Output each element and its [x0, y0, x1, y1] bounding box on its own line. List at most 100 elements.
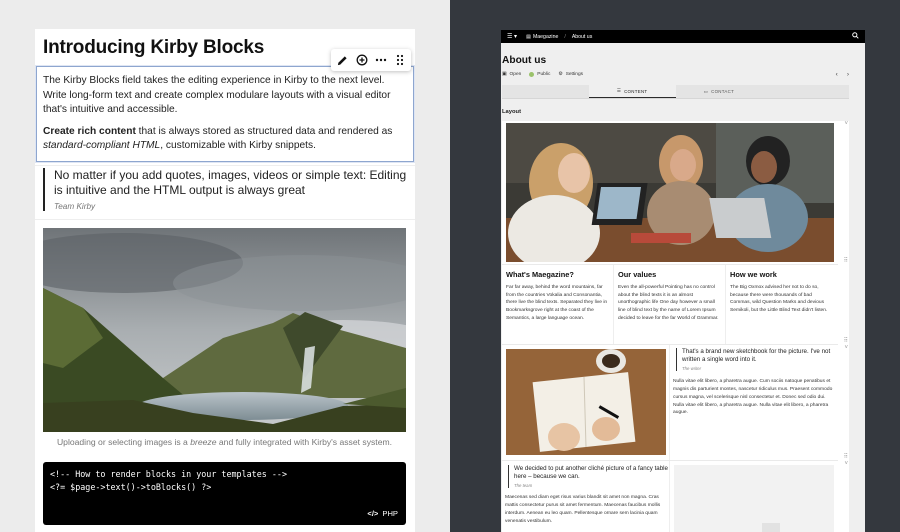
language-selector[interactable]: </> PHP: [367, 508, 398, 521]
site-icon: ▤: [526, 33, 531, 40]
pencil-icon[interactable]: [334, 51, 352, 69]
layout-column[interactable]: Our values Even the all-powerful Pointin…: [614, 265, 726, 344]
page-actions: ▣ Open Public ⚙ Settings: [502, 72, 583, 77]
breadcrumb-separator: /: [564, 33, 566, 40]
column-text[interactable]: Maecenas sed diam eget risus varius blan…: [502, 494, 669, 525]
layout-field-label: Layout: [502, 109, 522, 115]
column-text[interactable]: Far far away, behind the word mountains,…: [502, 284, 613, 323]
tab-contact[interactable]: ▭ CONTACT: [676, 85, 763, 98]
tab-content[interactable]: ☰ CONTENT: [588, 85, 676, 98]
image-block[interactable]: [43, 228, 406, 432]
caption-text: Uploading or selecting images is a: [56, 437, 191, 447]
code-line: <?= $page->text()->toBlocks() ?>: [50, 481, 212, 492]
open-label: Open: [509, 72, 522, 77]
quote-text[interactable]: That's a brand new sketchbook for the pi…: [682, 348, 838, 364]
row-drag-icon[interactable]: ⠿: [844, 257, 848, 264]
code-block[interactable]: <!-- How to render blocks in your templa…: [43, 462, 406, 525]
image-caption[interactable]: Uploading or selecting images is a breez…: [43, 437, 406, 447]
more-icon[interactable]: [372, 51, 390, 69]
layout-column[interactable]: [502, 345, 670, 460]
layout-column[interactable]: We decided to put another cliché picture…: [502, 461, 670, 532]
table-image: [674, 465, 834, 532]
layout-column[interactable]: That's a brand new sketchbook for the pi…: [670, 345, 838, 460]
layout-row[interactable]: We decided to put another cliché picture…: [502, 461, 848, 532]
paragraph[interactable]: The Kirby Blocks field takes the editing…: [43, 74, 407, 118]
tabs: ☰ CONTENT ▭ CONTACT: [502, 85, 849, 99]
contact-icon: ▭: [703, 88, 709, 94]
paragraph[interactable]: Create rich content that is always store…: [43, 125, 407, 154]
pager: ‹ ›: [836, 71, 849, 78]
quote-block[interactable]: We decided to put another cliché picture…: [508, 465, 669, 489]
row-menu-icon[interactable]: ˅: [844, 461, 848, 467]
text-block[interactable]: The Kirby Blocks field takes the editing…: [36, 66, 414, 162]
quote-text[interactable]: No matter if you add quotes, images, vid…: [54, 168, 409, 198]
tab-label: CONTACT: [711, 89, 735, 94]
status-label: Public: [537, 72, 551, 77]
tab-spacer: [762, 85, 849, 98]
layout-column[interactable]: What's Maegazine? Far far away, behind t…: [502, 265, 614, 344]
tab-label: CONTENT: [624, 88, 648, 94]
quote-citation[interactable]: The team: [514, 483, 669, 488]
status-button[interactable]: Public: [529, 72, 550, 77]
quote-block[interactable]: No matter if you add quotes, images, vid…: [43, 168, 409, 211]
sketchbook-image: [506, 349, 666, 455]
quote-text[interactable]: We decided to put another cliché picture…: [514, 465, 669, 481]
next-page-icon[interactable]: ›: [847, 71, 849, 78]
caption-text: and fully integrated with Kirby's asset …: [216, 437, 393, 447]
drag-handle-icon[interactable]: [391, 51, 409, 69]
divider: [35, 219, 415, 220]
text-run: that is always stored as structured data…: [135, 125, 393, 137]
tab-spacer: [502, 85, 589, 98]
layout-row[interactable]: What's Maegazine? Far far away, behind t…: [502, 265, 848, 345]
menu-icon[interactable]: ☰ ▾: [507, 33, 517, 40]
layout-column[interactable]: [670, 461, 838, 532]
settings-button[interactable]: ⚙ Settings: [558, 72, 583, 77]
quote-citation[interactable]: The writer: [682, 366, 838, 371]
language-label: PHP: [382, 508, 398, 518]
search-icon[interactable]: [852, 32, 859, 41]
layout-row[interactable]: That's a brand new sketchbook for the pi…: [502, 345, 848, 461]
block-toolbar: [331, 49, 411, 71]
caption-emphasis: breeze: [190, 437, 217, 447]
italic-text: standard-compliant HTML: [43, 140, 161, 152]
team-photo-image: [506, 123, 834, 262]
gear-icon: ⚙: [558, 72, 563, 77]
sketchbook-photo[interactable]: [506, 349, 666, 455]
row-drag-icon[interactable]: ⠿: [844, 337, 848, 344]
plus-circle-icon[interactable]: [353, 51, 371, 69]
layout-column[interactable]: How we work The Big Oxmox advised her no…: [726, 265, 838, 344]
column-text[interactable]: Even the all-powerful Pointing has no co…: [614, 284, 725, 323]
table-photo[interactable]: [674, 465, 834, 532]
open-button[interactable]: ▣ Open: [502, 72, 521, 77]
status-dot-icon: [529, 72, 535, 77]
kirby-panel: ☰ ▾ ▤ Maegazine / About us About us ▣ Ope…: [501, 30, 865, 532]
open-icon: ▣: [502, 72, 507, 77]
prev-page-icon[interactable]: ‹: [836, 71, 838, 78]
breadcrumb-page[interactable]: About us: [572, 34, 592, 40]
topbar: ☰ ▾ ▤ Maegazine / About us: [501, 30, 865, 43]
breadcrumb-site[interactable]: Maegazine: [533, 34, 558, 40]
column-text[interactable]: Nulla vitae elit libero, a pharetra augu…: [670, 378, 838, 417]
column-heading[interactable]: What's Maegazine?: [506, 270, 613, 279]
quote-citation[interactable]: Team Kirby: [54, 202, 409, 211]
landscape-photo: [43, 228, 406, 432]
layout-row[interactable]: ˅ ⠿: [502, 121, 848, 265]
page-heading[interactable]: About us: [502, 55, 546, 66]
team-photo[interactable]: [506, 123, 834, 262]
column-heading[interactable]: Our values: [618, 270, 725, 279]
row-menu-icon[interactable]: ˅: [844, 345, 848, 351]
text-run: , customizable with Kirby snippets.: [160, 140, 316, 152]
row-menu-icon[interactable]: ˅: [844, 121, 848, 127]
quote-block[interactable]: That's a brand new sketchbook for the pi…: [676, 348, 838, 372]
row-drag-icon[interactable]: ⠿: [844, 453, 848, 460]
column-heading[interactable]: How we work: [730, 270, 838, 279]
divider: [35, 165, 415, 166]
settings-label: Settings: [565, 72, 584, 77]
content-icon: ☰: [616, 88, 622, 93]
code-line: <!-- How to render blocks in your templa…: [50, 469, 287, 479]
blocks-editor: Introducing Kirby Blocks The Kirby Block…: [35, 29, 415, 532]
code-icon: </>: [367, 508, 379, 518]
page-title[interactable]: Introducing Kirby Blocks: [43, 37, 264, 59]
bold-text: Create rich content: [43, 125, 136, 137]
column-text[interactable]: The Big Oxmox advised her not to do so, …: [726, 284, 838, 315]
